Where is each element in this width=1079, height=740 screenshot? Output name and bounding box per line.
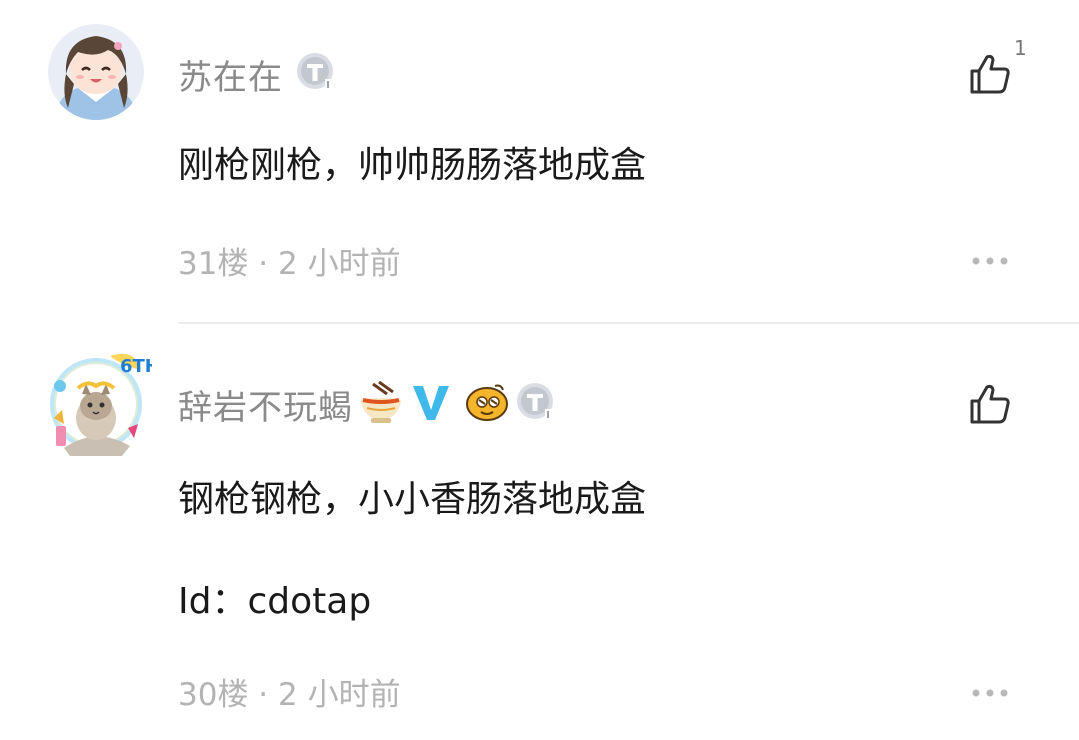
orange-mascot-icon <box>465 382 509 426</box>
t-level-badge-icon <box>515 381 557 427</box>
t-level-badge-icon <box>295 51 337 97</box>
avatar[interactable]: 6TH <box>40 346 160 458</box>
comment-meta: 30楼 · 2 小时前 <box>178 677 401 713</box>
more-dots-icon <box>972 257 1008 265</box>
comment-meta: 31楼 · 2 小时前 <box>178 246 401 282</box>
comment-item-31: 苏在在 1 刚枪刚枪，帅帅肠肠落地成盒 31楼 · 2 小时前 <box>0 0 1079 323</box>
avatar-frame-text: 6TH <box>120 356 152 377</box>
comment-item-30: 6TH 辞岩不玩蝎 <box>0 324 1079 740</box>
like-button[interactable] <box>966 380 1014 428</box>
like-count: 1 <box>1014 36 1027 60</box>
more-dots-icon <box>972 689 1008 697</box>
thumbs-up-icon <box>970 54 1010 94</box>
like-button[interactable] <box>966 50 1014 98</box>
thumbs-up-icon <box>970 384 1010 424</box>
username-row: 苏在在 <box>178 50 337 99</box>
avatar[interactable] <box>48 24 144 120</box>
comment-content-line2: Id：cdotap <box>178 581 372 622</box>
comment-content: 刚枪刚枪，帅帅肠肠落地成盒 <box>178 145 647 186</box>
username-row: 辞岩不玩蝎 <box>178 380 557 428</box>
verified-v-icon <box>411 382 451 426</box>
more-button[interactable] <box>970 684 1010 697</box>
comment-content-line1: 钢枪钢枪，小小香肠落地成盒 <box>178 479 647 520</box>
noodle-bowl-icon <box>357 378 405 430</box>
username[interactable]: 苏在在 <box>178 50 283 99</box>
username[interactable]: 辞岩不玩蝎 <box>178 380 353 429</box>
more-button[interactable] <box>970 252 1010 265</box>
